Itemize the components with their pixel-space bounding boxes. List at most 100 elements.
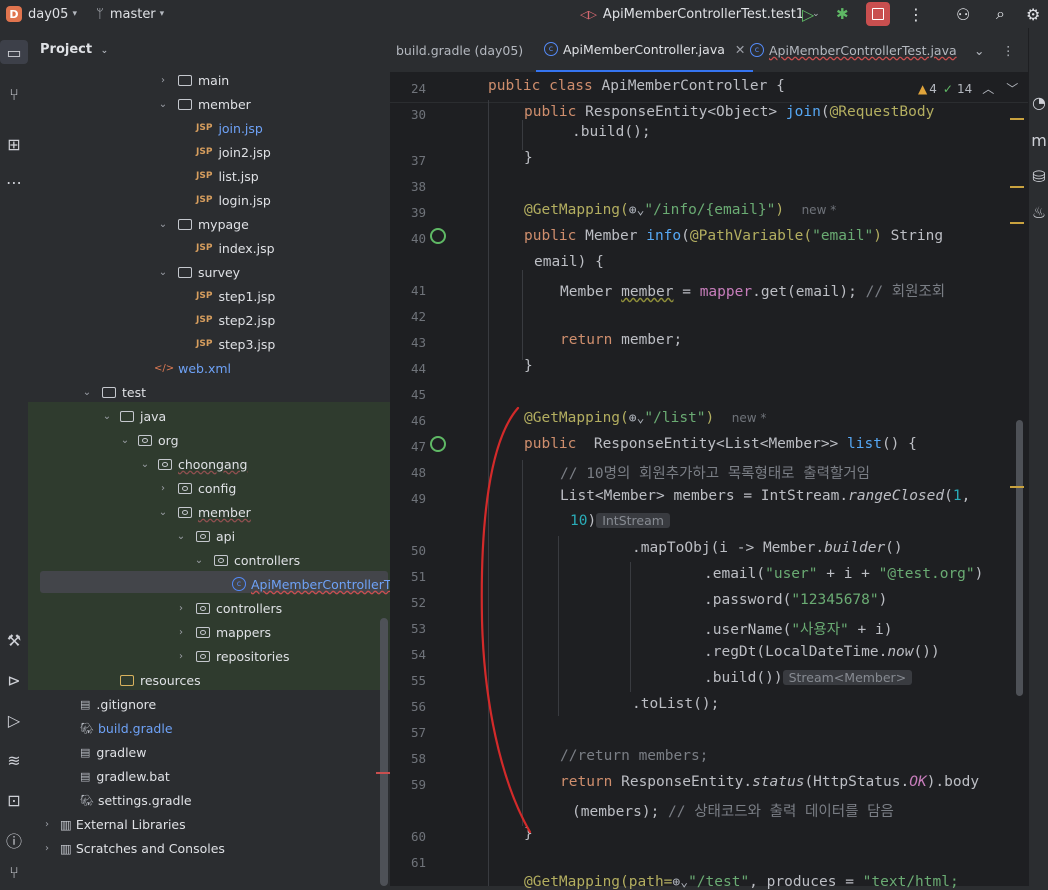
line-number[interactable]: 50 <box>390 543 426 558</box>
tree-item[interactable]: ⌄ controllers <box>28 548 388 572</box>
line-number[interactable]: 38 <box>390 179 426 194</box>
line-number[interactable]: 41 <box>390 283 426 298</box>
tree-item[interactable]: › ▥ Scratches and Consoles <box>28 836 388 860</box>
tree-item[interactable]: › mappers <box>28 620 388 644</box>
gradle-icon[interactable]: ♨ <box>1025 200 1048 224</box>
tree-item[interactable]: › main <box>28 68 388 92</box>
line-number[interactable]: 48 <box>390 465 426 480</box>
tree-item[interactable]: JSP step2.jsp <box>28 308 388 332</box>
chevron-down-icon[interactable]: ⌄ <box>156 219 170 230</box>
line-number[interactable]: 60 <box>390 829 426 844</box>
line-number[interactable]: 42 <box>390 309 426 324</box>
project-switcher[interactable]: D day05 ▾ <box>6 0 77 28</box>
tree-item[interactable]: ⌄ member <box>28 92 388 116</box>
tree-item[interactable]: resources <box>28 668 388 692</box>
tab-api-member-controller[interactable]: c ApiMemberController.java ✕ <box>536 28 754 72</box>
chevron-down-icon[interactable]: ﹀ <box>1006 80 1018 97</box>
warning-marker[interactable] <box>1010 486 1024 488</box>
chevron-down-icon[interactable]: ⌄ <box>192 555 206 566</box>
line-number[interactable]: 44 <box>390 361 426 376</box>
chevron-right-icon[interactable]: › <box>156 75 170 86</box>
tree-item[interactable]: › repositories <box>28 644 388 668</box>
stop-button[interactable] <box>866 2 890 26</box>
services-tool-icon[interactable]: ▷ <box>0 708 28 732</box>
tree-item[interactable]: › controllers <box>28 596 388 620</box>
tree-item[interactable]: 🐘︎ build.gradle <box>28 716 388 740</box>
more-tools-icon[interactable]: ⋯ <box>0 170 28 194</box>
tree-item[interactable]: › config <box>28 476 388 500</box>
endpoint-gutter-icon[interactable] <box>430 436 446 452</box>
build-tool-icon[interactable]: ⚒ <box>0 628 28 652</box>
chevron-up-icon[interactable]: ︿ <box>982 80 994 97</box>
tree-item[interactable]: ⌄ choongang <box>28 452 388 476</box>
warning-marker[interactable] <box>1010 222 1024 224</box>
close-icon[interactable]: ✕ <box>735 42 745 57</box>
chevron-down-icon[interactable]: ⌄ <box>156 507 170 518</box>
tab-build-gradle[interactable]: build.gradle (day05) <box>396 28 523 72</box>
run-config-selector[interactable]: ◁▷ ApiMemberControllerTest.test1 ⌄ <box>580 0 820 28</box>
project-tool-icon[interactable]: ▭ <box>0 40 28 64</box>
line-number[interactable]: 37 <box>390 153 426 168</box>
branch-switcher[interactable]: ᛘ master ▾ <box>96 0 164 28</box>
line-number[interactable]: 30 <box>390 107 426 122</box>
chevron-down-icon[interactable]: ⌄ <box>156 99 170 110</box>
tree-item[interactable]: 🐘︎ settings.gradle <box>28 788 388 812</box>
database-icon[interactable]: ⛁ <box>1025 164 1048 188</box>
add-user-icon[interactable]: ⚇ <box>956 0 970 28</box>
line-number[interactable]: 39 <box>390 205 426 220</box>
more-icon[interactable]: ⋮ <box>1002 28 1015 72</box>
structure-tool-icon[interactable]: ⊞ <box>0 132 28 156</box>
line-number[interactable]: 54 <box>390 647 426 662</box>
warning-marker[interactable] <box>1010 118 1024 120</box>
endpoint-gutter-icon[interactable] <box>430 228 446 244</box>
more-icon[interactable]: ⋮ <box>908 0 924 28</box>
chevron-right-icon[interactable]: › <box>174 651 188 662</box>
chevron-down-icon[interactable]: ⌄ <box>80 387 94 398</box>
line-number[interactable]: 24 <box>390 81 426 96</box>
tree-item[interactable]: JSP join2.jsp <box>28 140 388 164</box>
tree-item[interactable]: ⌄ org <box>28 428 388 452</box>
debug-icon[interactable]: ✱ <box>836 0 849 28</box>
tree-item[interactable]: ▤ .gitignore <box>28 692 388 716</box>
tree-item[interactable]: › ▥ External Libraries <box>28 812 388 836</box>
line-number[interactable]: 61 <box>390 855 426 870</box>
tree-item[interactable]: ▤ gradlew.bat <box>28 764 388 788</box>
line-number[interactable]: 45 <box>390 387 426 402</box>
tree-item[interactable]: ⌄ mypage <box>28 212 388 236</box>
chevron-right-icon[interactable]: › <box>156 483 170 494</box>
run-icon[interactable]: ▷ <box>802 0 814 28</box>
run-tool-icon[interactable]: ⊳ <box>0 668 28 692</box>
maven-icon[interactable]: m <box>1025 128 1048 152</box>
tree-item[interactable]: ⌄ api <box>28 524 388 548</box>
line-number[interactable]: 57 <box>390 725 426 740</box>
line-number[interactable]: 56 <box>390 699 426 714</box>
tree-item[interactable]: ⌄ java <box>28 404 388 428</box>
chevron-right-icon[interactable]: › <box>174 603 188 614</box>
tree-item[interactable]: ⌄ survey <box>28 260 388 284</box>
problems-tool-icon[interactable]: ⓘ <box>0 828 28 852</box>
inspection-widget[interactable]: ▲ 4 ✓ 14 ︿ ﹀ <box>918 80 1018 97</box>
chevron-down-icon[interactable]: ⌄ <box>118 435 132 446</box>
tree-item[interactable]: ⌄ member <box>28 500 388 524</box>
line-number[interactable]: 52 <box>390 595 426 610</box>
warning-marker[interactable] <box>1010 186 1024 188</box>
tree-item[interactable]: JSP index.jsp <box>28 236 388 260</box>
tab-api-member-controller-test[interactable]: c ApiMemberControllerTest.java <box>750 28 957 72</box>
search-icon[interactable]: ⌕ <box>996 0 1005 28</box>
tab-list-icon[interactable]: ⌄ <box>974 28 984 72</box>
tree-item[interactable]: ▤ gradlew <box>28 740 388 764</box>
chevron-down-icon[interactable]: ⌄ <box>100 411 114 422</box>
tree-item[interactable]: </> web.xml <box>28 356 388 380</box>
chevron-right-icon[interactable]: › <box>40 819 54 830</box>
line-number[interactable]: 49 <box>390 491 426 506</box>
tree-item[interactable]: JSP step3.jsp <box>28 332 388 356</box>
tree-item[interactable]: JSP step1.jsp <box>28 284 388 308</box>
line-number[interactable]: 51 <box>390 569 426 584</box>
line-number[interactable]: 58 <box>390 751 426 766</box>
terminal-tool-icon[interactable]: ⊡ <box>0 788 28 812</box>
tree-item[interactable]: JSP join.jsp <box>28 116 388 140</box>
tree-item[interactable]: c ApiMemberControllerTest <box>28 572 408 596</box>
layers-tool-icon[interactable]: ≋ <box>0 748 28 772</box>
notifications-icon[interactable]: ◔ <box>1025 90 1048 114</box>
git-tool-icon[interactable]: ⑂ <box>0 860 28 884</box>
